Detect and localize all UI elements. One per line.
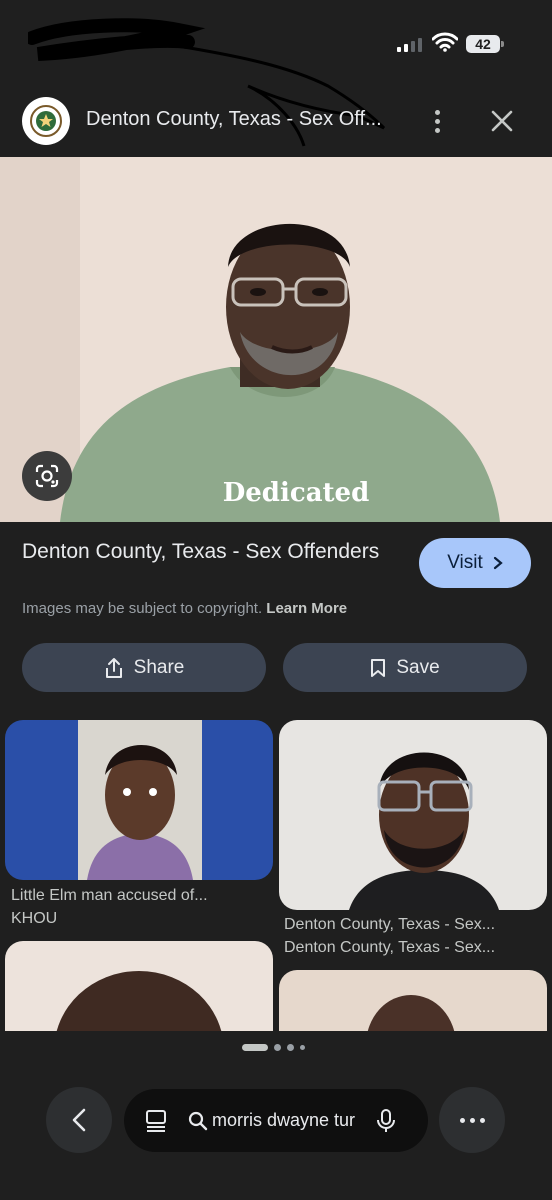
redaction-scribble xyxy=(28,18,386,147)
related-image-2[interactable] xyxy=(279,720,547,910)
copyright-text: Images may be subject to copyright. xyxy=(22,600,263,617)
search-bar[interactable]: morris dwayne tur xyxy=(124,1089,428,1152)
more-vertical-icon[interactable] xyxy=(423,104,451,138)
person-photo: Dedicated xyxy=(0,157,552,522)
person-photo-4 xyxy=(279,970,547,1031)
result-title[interactable]: Denton County, Texas - Sex Offenders xyxy=(22,538,392,565)
site-title[interactable]: Denton County, Texas - Sex Off... xyxy=(86,108,406,131)
chevron-right-icon xyxy=(493,556,503,570)
site-logo[interactable] xyxy=(22,97,70,145)
signal-icon xyxy=(397,36,422,52)
tabs-icon[interactable] xyxy=(144,1108,168,1134)
related-source-1: KHOU xyxy=(11,910,58,927)
copyright-notice: Images may be subject to copyright. Lear… xyxy=(22,600,347,617)
related-caption-2[interactable]: Denton County, Texas - Sex... xyxy=(284,916,495,934)
hero-image[interactable]: Dedicated xyxy=(0,157,552,522)
person-photo-3 xyxy=(5,941,273,1031)
share-icon xyxy=(105,657,122,678)
more-horizontal-icon[interactable] xyxy=(439,1087,505,1153)
bookmark-icon xyxy=(371,658,386,677)
wifi-icon xyxy=(432,32,458,52)
related-image-3[interactable] xyxy=(5,941,273,1031)
learn-more-link[interactable]: Learn More xyxy=(266,600,347,617)
shirt-text: Dedicated xyxy=(223,478,370,508)
battery-icon: 42 xyxy=(466,35,500,53)
mugshot-photo xyxy=(5,720,273,880)
microphone-icon[interactable] xyxy=(376,1108,396,1134)
search-query[interactable]: morris dwayne tur xyxy=(212,1110,370,1131)
county-seal-icon xyxy=(30,105,62,137)
related-source-2: Denton County, Texas - Sex... xyxy=(284,939,496,956)
person-photo-2 xyxy=(279,720,547,910)
back-icon xyxy=(72,1108,86,1132)
google-lens-icon[interactable] xyxy=(22,451,72,501)
visit-label: Visit xyxy=(447,552,483,573)
visit-button[interactable]: Visit xyxy=(419,538,531,588)
page-indicator xyxy=(242,1044,305,1051)
save-button[interactable]: Save xyxy=(283,643,527,692)
share-button[interactable]: Share xyxy=(22,643,266,692)
close-icon[interactable] xyxy=(486,105,518,137)
search-icon xyxy=(188,1111,208,1130)
save-label: Save xyxy=(396,656,440,678)
battery-tip xyxy=(501,41,504,47)
related-image-4[interactable] xyxy=(279,970,547,1031)
back-button[interactable] xyxy=(46,1087,112,1153)
related-caption-1[interactable]: Little Elm man accused of... xyxy=(11,887,208,905)
related-image-1[interactable] xyxy=(5,720,273,880)
share-label: Share xyxy=(133,656,185,678)
